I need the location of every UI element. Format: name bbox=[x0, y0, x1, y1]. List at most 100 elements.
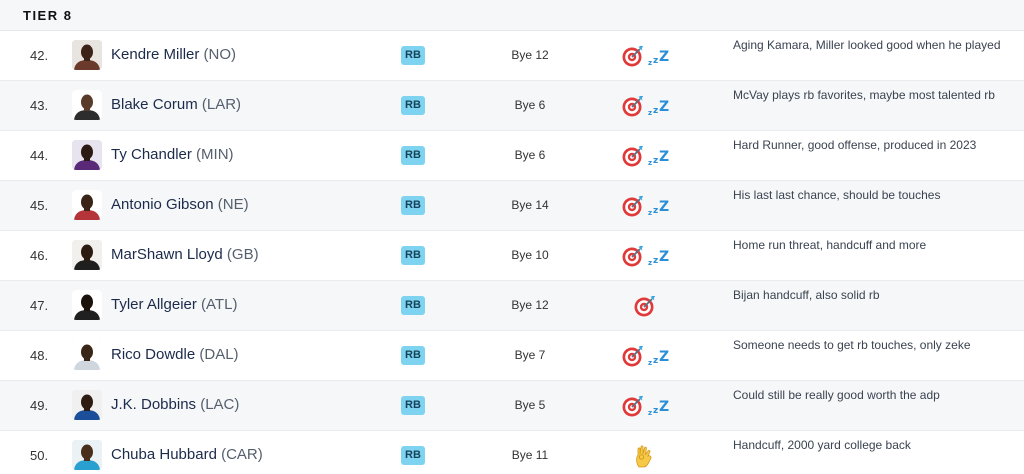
player-name[interactable]: Chuba Hubbard (CAR) bbox=[111, 446, 263, 463]
rank: 42. bbox=[30, 48, 49, 63]
player-name-text[interactable]: MarShawn Lloyd bbox=[111, 246, 223, 263]
player-note: Home run threat, handcuff and more bbox=[733, 238, 927, 252]
avatar bbox=[72, 340, 102, 370]
player-name[interactable]: Kendre Miller (NO) bbox=[111, 46, 236, 63]
player-note: Someone needs to get rb touches, only ze… bbox=[733, 338, 971, 352]
target-icon bbox=[620, 93, 646, 119]
player-name-text[interactable]: Chuba Hubbard bbox=[111, 446, 217, 463]
target-icon bbox=[620, 193, 646, 219]
target-icon bbox=[632, 293, 658, 319]
team-abbr: (ATL) bbox=[201, 296, 238, 313]
avatar bbox=[72, 90, 102, 120]
svg-text:Z: Z bbox=[659, 49, 669, 65]
player-note: Bijan handcuff, also solid rb bbox=[733, 288, 880, 302]
rank: 47. bbox=[30, 298, 49, 313]
svg-text:z: z bbox=[653, 356, 658, 366]
rank: 48. bbox=[30, 348, 49, 363]
svg-text:z: z bbox=[653, 156, 658, 166]
position-badge: RB bbox=[401, 96, 425, 115]
svg-text:Z: Z bbox=[659, 399, 669, 415]
player-name-text[interactable]: Blake Corum bbox=[111, 96, 198, 113]
svg-text:Z: Z bbox=[659, 199, 669, 215]
tag-icons: zzZ bbox=[620, 143, 680, 169]
zzz-icon: zzZ bbox=[647, 143, 673, 169]
team-abbr: (NE) bbox=[217, 196, 249, 213]
svg-text:z: z bbox=[648, 259, 652, 267]
tag-icons: zzZ bbox=[620, 93, 680, 119]
zzz-icon: zzZ bbox=[647, 93, 673, 119]
rank: 50. bbox=[30, 448, 49, 463]
bye-week: Bye 5 bbox=[514, 398, 546, 412]
table-row: 46. MarShawn Lloyd (GB) RB Bye 10 z z Z Home ru… bbox=[0, 231, 1024, 281]
table-row: 47. Tyler Allgeier (ATL) RB Bye 12 Bijan han… bbox=[0, 281, 1024, 331]
rankings-table: TIER 8 42. Kendre Miller (NO) RB Bye 12 z z Z A… bbox=[0, 0, 1024, 474]
table-row: 44. Ty Chandler (MIN) RB Bye 6 z z Z Hard Runne… bbox=[0, 131, 1024, 181]
player-name[interactable]: MarShawn Lloyd (GB) bbox=[111, 246, 259, 263]
position-badge: RB bbox=[401, 196, 425, 215]
ok-hand-icon bbox=[632, 443, 658, 469]
team-abbr: (NO) bbox=[203, 46, 237, 63]
position-badge: RB bbox=[401, 446, 425, 465]
bye-week: Bye 11 bbox=[511, 448, 549, 462]
zzz-icon: zzZ bbox=[647, 243, 673, 269]
rank: 44. bbox=[30, 148, 49, 163]
target-icon bbox=[620, 43, 646, 69]
svg-text:z: z bbox=[653, 106, 658, 116]
rank: 45. bbox=[30, 198, 49, 213]
position-badge: RB bbox=[401, 396, 425, 415]
tag-icons: zzZ bbox=[620, 393, 680, 419]
player-name[interactable]: Rico Dowdle (DAL) bbox=[111, 346, 239, 363]
table-row: 50. Chuba Hubbard (CAR) RB Bye 11 Handcuff, … bbox=[0, 431, 1024, 474]
svg-text:z: z bbox=[648, 409, 652, 417]
tag-icons: zzZ bbox=[620, 43, 680, 69]
player-name[interactable]: Tyler Allgeier (ATL) bbox=[111, 296, 237, 313]
svg-text:z: z bbox=[653, 56, 658, 66]
player-name-text[interactable]: Rico Dowdle bbox=[111, 346, 195, 363]
player-name-text[interactable]: Ty Chandler bbox=[111, 146, 192, 163]
position-badge: RB bbox=[401, 46, 425, 65]
player-note: Handcuff, 2000 yard college back bbox=[733, 438, 911, 452]
svg-text:z: z bbox=[648, 109, 652, 117]
target-icon bbox=[620, 393, 646, 419]
tag-icons bbox=[632, 293, 692, 319]
tag-icons: zzZ bbox=[620, 243, 680, 269]
rank: 49. bbox=[30, 398, 49, 413]
table-row: 49. J.K. Dobbins (LAC) RB Bye 5 z z Z Could sti… bbox=[0, 381, 1024, 431]
table-row: 48. Rico Dowdle (DAL) RB Bye 7 z z Z Someone ne… bbox=[0, 331, 1024, 381]
bye-week: Bye 6 bbox=[514, 148, 546, 162]
player-name-text[interactable]: Tyler Allgeier bbox=[111, 296, 197, 313]
zzz-icon: zzZ bbox=[647, 343, 673, 369]
player-name[interactable]: Ty Chandler (MIN) bbox=[111, 146, 234, 163]
player-name[interactable]: Antonio Gibson (NE) bbox=[111, 196, 249, 213]
svg-text:Z: Z bbox=[659, 99, 669, 115]
player-name-text[interactable]: J.K. Dobbins bbox=[111, 396, 196, 413]
svg-text:z: z bbox=[648, 159, 652, 167]
player-note: Hard Runner, good offense, produced in 2… bbox=[733, 138, 977, 152]
zzz-icon: zzZ bbox=[647, 193, 673, 219]
position-badge: RB bbox=[401, 346, 425, 365]
team-abbr: (LAC) bbox=[200, 396, 240, 413]
svg-text:z: z bbox=[648, 209, 652, 217]
rank: 43. bbox=[30, 98, 49, 113]
tag-icons: zzZ bbox=[620, 193, 680, 219]
team-abbr: (GB) bbox=[226, 246, 259, 263]
player-name-text[interactable]: Antonio Gibson bbox=[111, 196, 214, 213]
table-row: 45. Antonio Gibson (NE) RB Bye 14 z z Z His las… bbox=[0, 181, 1024, 231]
player-name[interactable]: Blake Corum (LAR) bbox=[111, 96, 241, 113]
avatar bbox=[72, 290, 102, 320]
bye-week: Bye 7 bbox=[514, 348, 546, 362]
zzz-icon: zzZ bbox=[647, 393, 673, 419]
target-icon bbox=[620, 143, 646, 169]
svg-text:Z: Z bbox=[659, 249, 669, 265]
rank: 46. bbox=[30, 248, 49, 263]
bye-week: Bye 6 bbox=[514, 98, 546, 112]
avatar bbox=[72, 240, 102, 270]
bye-week: Bye 14 bbox=[511, 198, 549, 212]
player-name[interactable]: J.K. Dobbins (LAC) bbox=[111, 396, 239, 413]
svg-text:z: z bbox=[653, 206, 658, 216]
tag-icons bbox=[632, 443, 692, 469]
svg-text:z: z bbox=[648, 59, 652, 67]
player-name-text[interactable]: Kendre Miller bbox=[111, 46, 199, 63]
team-abbr: (LAR) bbox=[201, 96, 242, 113]
team-abbr: (MIN) bbox=[196, 146, 234, 163]
